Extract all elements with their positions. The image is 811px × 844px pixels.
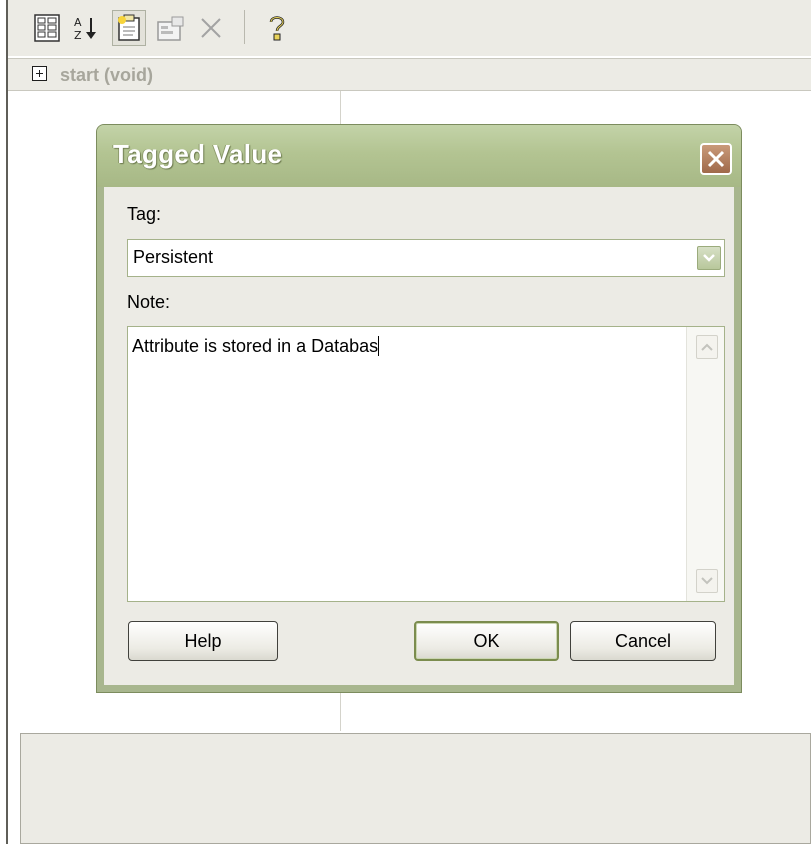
toolbar: A Z <box>8 0 811 56</box>
cancel-button[interactable]: Cancel <box>570 621 716 661</box>
ok-button[interactable]: OK <box>414 621 559 661</box>
tag-label: Tag: <box>127 204 162 224</box>
panel-border <box>6 0 8 844</box>
properties-icon[interactable] <box>154 10 188 46</box>
tag-select-value: Persistent <box>133 247 214 267</box>
text-caret <box>378 336 380 356</box>
scroll-up-button[interactable] <box>696 335 718 359</box>
close-button[interactable] <box>700 143 732 175</box>
note-label: Note: <box>127 292 171 312</box>
tagged-values-window: A Z start (void) Tagged Value Tag: Persi… <box>0 0 811 844</box>
svg-text:A: A <box>74 16 82 29</box>
new-tagged-value-icon[interactable] <box>112 10 146 46</box>
expand-icon[interactable] <box>32 66 47 81</box>
tree-row[interactable]: start (void) <box>8 58 811 91</box>
tag-select[interactable]: Persistent <box>127 239 725 277</box>
help-button[interactable]: Help <box>128 621 278 661</box>
chevron-down-icon <box>701 577 713 585</box>
chevron-down-icon <box>703 254 715 262</box>
note-textarea[interactable]: Attribute is stored in a Databas <box>127 326 725 602</box>
grid-view-icon[interactable] <box>30 10 64 46</box>
scroll-down-button[interactable] <box>696 569 718 593</box>
dialog-body: Tag: Persistent Note: Attribute is store… <box>104 187 734 685</box>
vertical-scrollbar[interactable] <box>686 327 724 601</box>
note-text: Attribute is stored in a Databas <box>132 336 380 357</box>
tree-item-label: start (void) <box>60 65 154 85</box>
tagged-value-dialog: Tagged Value Tag: Persistent Note: Attri… <box>96 124 742 693</box>
dialog-title: Tagged Value <box>113 139 283 169</box>
delete-icon[interactable] <box>194 10 228 46</box>
note-value: Attribute is stored in a Databas <box>132 336 379 356</box>
svg-text:Z: Z <box>74 29 82 42</box>
close-icon <box>707 150 725 168</box>
sort-az-icon[interactable]: A Z <box>68 10 102 46</box>
dropdown-button[interactable] <box>697 246 721 270</box>
description-panel <box>20 733 811 844</box>
help-icon[interactable] <box>260 10 294 46</box>
chevron-up-icon <box>701 343 713 351</box>
toolbar-separator <box>244 10 245 44</box>
dialog-title-bar[interactable]: Tagged Value <box>97 125 741 187</box>
